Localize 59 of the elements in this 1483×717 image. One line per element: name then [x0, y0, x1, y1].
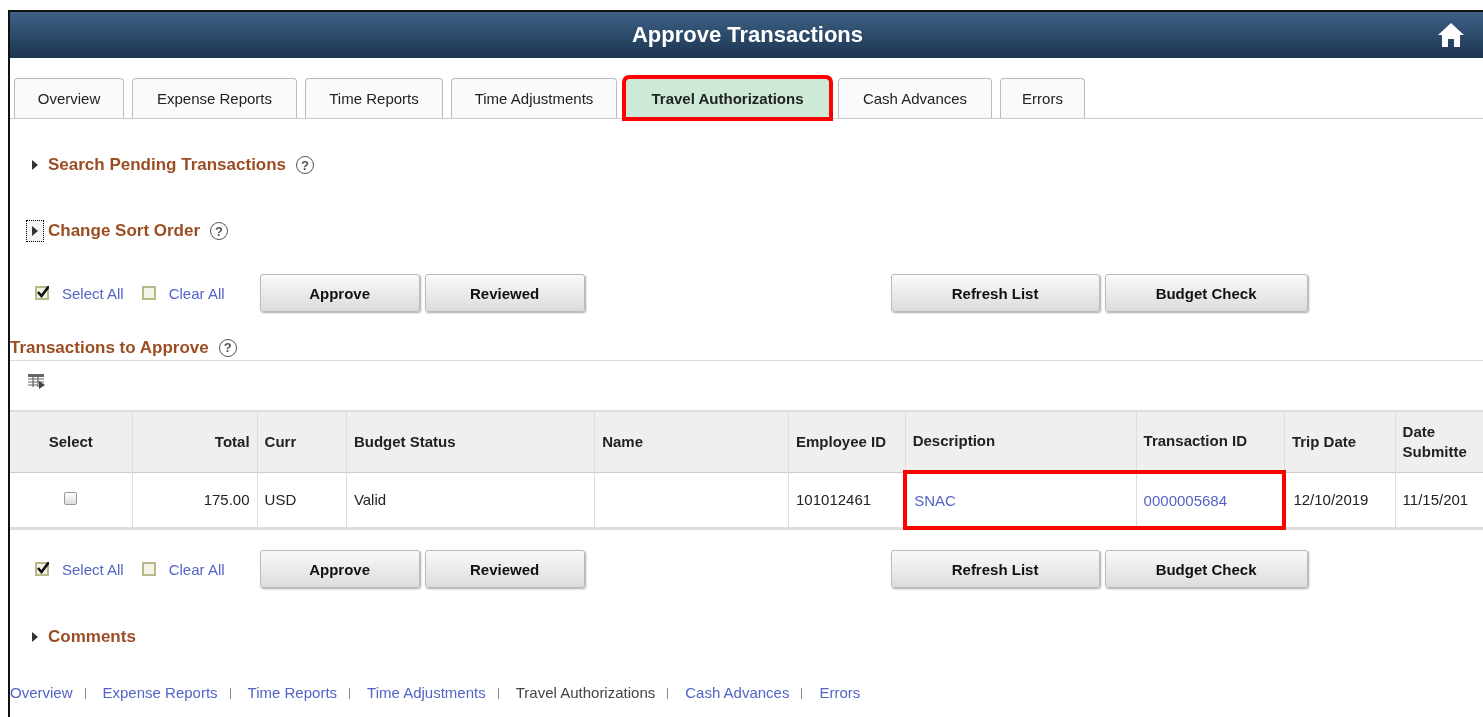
row-checkbox[interactable]: [64, 492, 78, 505]
checkbox[interactable]: [35, 286, 49, 300]
footer-link[interactable]: Travel Authorizations: [515, 683, 656, 701]
footer-link[interactable]: Cash Advances: [685, 683, 790, 701]
section-heading[interactable]: Search Pending Transactions: [48, 155, 287, 175]
action-button[interactable]: Reviewed: [424, 274, 585, 312]
footer-link[interactable]: Errors: [819, 683, 861, 701]
column-header: Total: [132, 411, 258, 472]
home-icon[interactable]: [1437, 22, 1465, 48]
tab[interactable]: Time Adjustments: [451, 78, 617, 118]
expand-triangle-icon[interactable]: [31, 631, 39, 643]
expand-triangle-icon[interactable]: [31, 225, 39, 237]
action-button[interactable]: Refresh List: [890, 550, 1100, 588]
table-cell: 11/15/201: [1395, 472, 1483, 528]
tab[interactable]: Overview: [14, 78, 124, 118]
tab[interactable]: Cash Advances: [838, 78, 992, 118]
column-header: Curr: [257, 411, 347, 472]
column-header: Date Submitte: [1395, 411, 1483, 472]
table-cell: 175.00: [132, 472, 258, 528]
footer-link[interactable]: Time Reports: [247, 683, 338, 701]
tab[interactable]: Travel Authorizations: [625, 78, 830, 118]
window-title: Approve Transactions: [631, 22, 864, 48]
link[interactable]: SNAC: [914, 491, 956, 509]
table-cell: 12/10/2019: [1284, 472, 1396, 528]
link[interactable]: Clear All: [168, 560, 225, 578]
action-button[interactable]: Approve: [259, 550, 420, 588]
section-heading[interactable]: Change Sort Order: [48, 221, 201, 241]
table-cell: USD: [257, 472, 347, 528]
column-header: Budget Status: [346, 411, 595, 472]
action-button[interactable]: Refresh List: [890, 274, 1100, 312]
checkbox[interactable]: [35, 562, 49, 576]
footer-link[interactable]: Time Adjustments: [367, 683, 486, 701]
footer-link[interactable]: Expense Reports: [102, 683, 218, 701]
footer-link[interactable]: Overview: [10, 683, 73, 701]
action-button[interactable]: Approve: [259, 274, 420, 312]
checkbox[interactable]: [141, 562, 156, 576]
tab[interactable]: Time Reports: [305, 78, 443, 118]
link[interactable]: Select All: [62, 284, 124, 302]
tab[interactable]: Errors: [1000, 78, 1085, 118]
column-header: Employee ID: [788, 411, 906, 472]
column-header: Description: [905, 411, 1137, 472]
table-cell: Valid: [346, 472, 595, 528]
table-title: Transactions to Approve: [10, 337, 209, 358]
link[interactable]: Clear All: [168, 284, 225, 302]
grid-settings-icon[interactable]: [28, 373, 46, 389]
section-heading[interactable]: Comments: [48, 627, 136, 647]
table-cell: 101012461: [788, 472, 906, 528]
column-header: Trip Date: [1284, 411, 1396, 472]
action-button[interactable]: Budget Check: [1104, 550, 1308, 588]
checkbox[interactable]: [141, 286, 156, 300]
column-header: Name: [594, 411, 789, 472]
link[interactable]: Select All: [62, 560, 124, 578]
column-header: Transaction ID: [1136, 411, 1285, 472]
column-header: Select: [10, 411, 133, 472]
action-button[interactable]: Budget Check: [1104, 274, 1308, 312]
expand-triangle-icon[interactable]: [31, 159, 39, 171]
tab[interactable]: Expense Reports: [132, 78, 297, 118]
link[interactable]: 0000005684: [1143, 491, 1228, 509]
action-button[interactable]: Reviewed: [424, 550, 585, 588]
